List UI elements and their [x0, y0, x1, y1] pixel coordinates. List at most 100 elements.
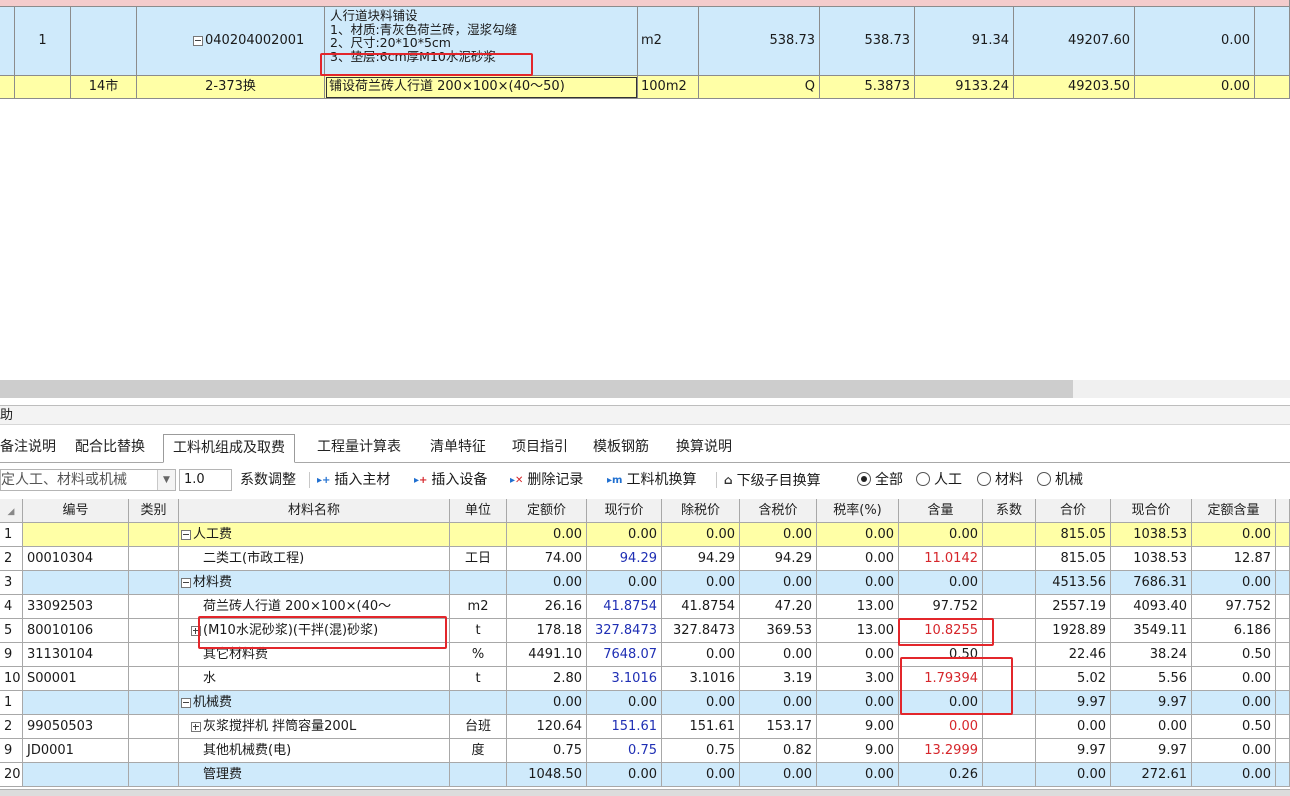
filler[interactable] — [1276, 595, 1290, 619]
quota-quantity[interactable]: 0.00 — [1192, 763, 1276, 787]
tab-notes[interactable]: 备注说明 — [0, 434, 56, 463]
expand-icon[interactable] — [191, 721, 201, 732]
amount[interactable]: 0.00 — [1036, 763, 1111, 787]
quota-seq[interactable] — [15, 76, 71, 99]
expand-icon[interactable] — [191, 625, 201, 636]
column-header-material-code[interactable]: 编号 — [23, 499, 129, 523]
quota-price[interactable]: 4491.10 — [507, 643, 587, 667]
amount[interactable]: 9.97 — [1036, 691, 1111, 715]
pretax-price[interactable]: 0.00 — [662, 523, 740, 547]
material-name[interactable]: 材料费 — [179, 571, 450, 595]
row-index[interactable]: 1 — [0, 691, 23, 715]
coefficient[interactable] — [983, 667, 1036, 691]
column-header-pretax-price[interactable]: 除税价 — [662, 499, 740, 523]
current-price[interactable]: 7648.07 — [587, 643, 662, 667]
quota-price[interactable]: 26.16 — [507, 595, 587, 619]
material-code[interactable] — [23, 571, 129, 595]
pretax-price[interactable]: 41.8754 — [662, 595, 740, 619]
material-name[interactable]: 水 — [179, 667, 450, 691]
material-category[interactable] — [129, 571, 179, 595]
item-extra[interactable] — [1255, 7, 1290, 76]
quota-total[interactable]: 49203.50 — [1014, 76, 1135, 99]
quantity[interactable]: 11.0142 — [899, 547, 983, 571]
coefficient[interactable] — [983, 547, 1036, 571]
tax-rate[interactable]: 3.00 — [817, 667, 899, 691]
tab-item-guide[interactable]: 项目指引 — [512, 434, 568, 463]
material-unit[interactable]: % — [450, 643, 507, 667]
material-unit[interactable] — [450, 571, 507, 595]
column-header-quantity[interactable]: 含量 — [899, 499, 983, 523]
item-qty-expr[interactable]: 538.73 — [699, 7, 820, 76]
current-price[interactable]: 0.00 — [587, 571, 662, 595]
tab-bill-features[interactable]: 清单特征 — [430, 434, 486, 463]
material-category[interactable] — [129, 619, 179, 643]
amount[interactable]: 815.05 — [1036, 523, 1111, 547]
labor-material-convert-button[interactable]: ▸m 工料机换算 — [607, 469, 696, 491]
filler[interactable] — [1276, 739, 1290, 763]
material-category[interactable] — [129, 547, 179, 571]
quantity[interactable]: 0.50 — [899, 643, 983, 667]
material-code[interactable] — [23, 763, 129, 787]
coefficient-adjust-button[interactable]: 系数调整 — [240, 469, 296, 491]
current-price[interactable]: 0.00 — [587, 691, 662, 715]
material-code[interactable]: 99050503 — [23, 715, 129, 739]
current-price[interactable]: 3.1016 — [587, 667, 662, 691]
current-amount[interactable]: 272.61 — [1111, 763, 1192, 787]
item-last-value[interactable]: 0.00 — [1135, 7, 1255, 76]
column-header-quota-price[interactable]: 定额价 — [507, 499, 587, 523]
taxed-price[interactable]: 0.00 — [740, 571, 817, 595]
column-header-tax-rate[interactable]: 税率(%) — [817, 499, 899, 523]
coefficient[interactable] — [983, 763, 1036, 787]
item-unit-price[interactable]: 91.34 — [915, 7, 1014, 76]
coefficient[interactable] — [983, 595, 1036, 619]
quota-qty[interactable]: 5.3873 — [820, 76, 915, 99]
material-unit[interactable] — [450, 691, 507, 715]
column-header-material-category[interactable]: 类别 — [129, 499, 179, 523]
material-unit[interactable]: m2 — [450, 595, 507, 619]
pretax-price[interactable]: 0.00 — [662, 571, 740, 595]
collapse-icon[interactable] — [181, 529, 191, 540]
tax-rate[interactable]: 0.00 — [817, 763, 899, 787]
tax-rate[interactable]: 9.00 — [817, 715, 899, 739]
amount[interactable]: 5.02 — [1036, 667, 1111, 691]
material-name[interactable]: 其它材料费 — [179, 643, 450, 667]
column-header-material-name[interactable]: 材料名称 — [179, 499, 450, 523]
tab-labor-material-machine[interactable]: 工料机组成及取费 — [163, 434, 295, 463]
material-unit[interactable] — [450, 763, 507, 787]
quota-quantity[interactable]: 6.186 — [1192, 619, 1276, 643]
filler[interactable] — [1276, 547, 1290, 571]
item-unit[interactable]: m2 — [638, 7, 699, 76]
collapse-icon[interactable] — [181, 577, 191, 588]
material-category[interactable] — [129, 643, 179, 667]
taxed-price[interactable]: 47.20 — [740, 595, 817, 619]
current-amount[interactable]: 9.97 — [1111, 691, 1192, 715]
quota-unit-price[interactable]: 9133.24 — [915, 76, 1014, 99]
scrollbar-thumb[interactable] — [0, 380, 1073, 398]
row-index[interactable]: 3 — [0, 571, 23, 595]
material-category[interactable] — [129, 763, 179, 787]
filler[interactable] — [1276, 643, 1290, 667]
current-price[interactable]: 41.8754 — [587, 595, 662, 619]
amount[interactable]: 0.00 — [1036, 715, 1111, 739]
filter-machine-radio[interactable]: 机械 — [1037, 469, 1083, 491]
row-marker[interactable] — [0, 7, 15, 76]
item-description[interactable]: 人行道块料铺设 1、材质:青灰色荷兰砖，湿浆勾缝 2、尺寸:20*10*5cm … — [325, 7, 638, 76]
quantity[interactable]: 1.79394 — [899, 667, 983, 691]
material-category[interactable] — [129, 739, 179, 763]
material-name[interactable]: 人工费 — [179, 523, 450, 547]
tax-rate[interactable]: 0.00 — [817, 523, 899, 547]
quota-price[interactable]: 0.00 — [507, 571, 587, 595]
quota-price[interactable]: 0.00 — [507, 523, 587, 547]
quota-quantity[interactable]: 0.00 — [1192, 571, 1276, 595]
coefficient[interactable] — [983, 691, 1036, 715]
taxed-price[interactable]: 153.17 — [740, 715, 817, 739]
material-category[interactable] — [129, 523, 179, 547]
quota-code[interactable]: 2-373换 — [137, 76, 325, 99]
tab-quantity-calc[interactable]: 工程量计算表 — [317, 434, 401, 463]
row-index[interactable]: 10 — [0, 667, 23, 691]
material-name[interactable]: 机械费 — [179, 691, 450, 715]
material-code[interactable] — [23, 523, 129, 547]
quota-extra[interactable] — [1255, 76, 1290, 99]
row-marker[interactable] — [0, 76, 15, 99]
item-type[interactable] — [71, 7, 137, 76]
